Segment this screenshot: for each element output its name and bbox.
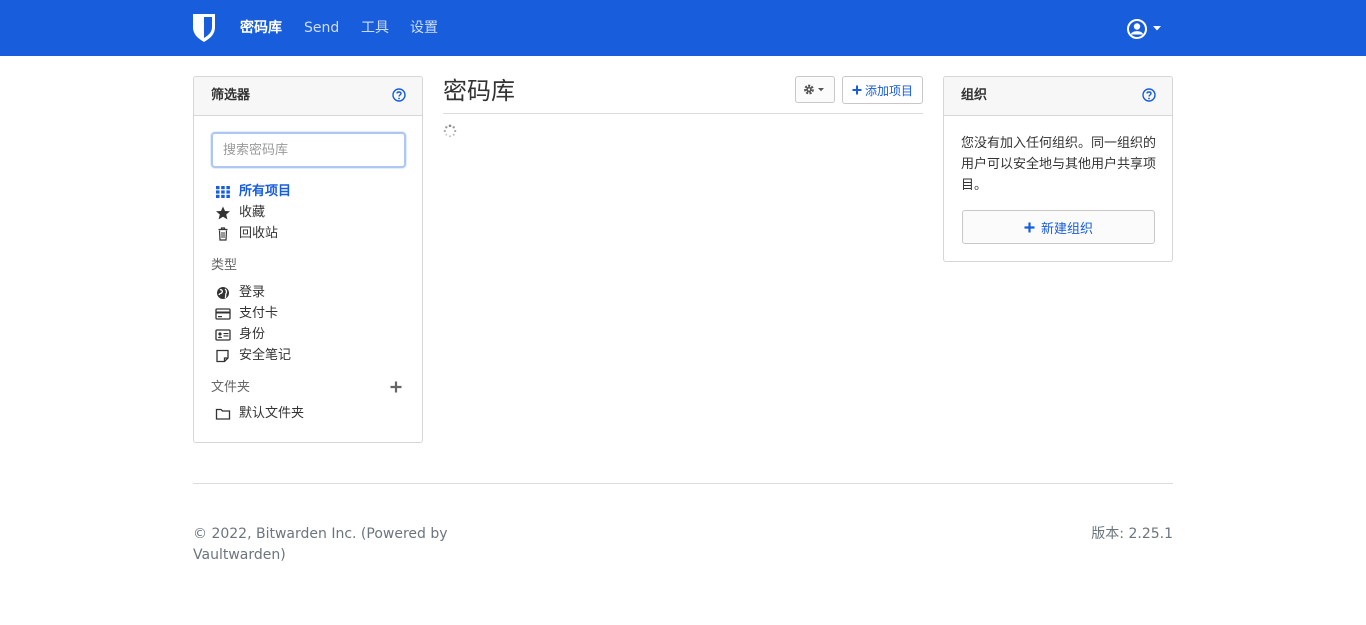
filters-header: 筛选器 [194,77,422,116]
filter-type-login[interactable]: 登录 [215,283,265,303]
filter-label: 所有项目 [239,184,292,199]
folders-heading: 文件夹 [211,380,251,395]
new-organization-label: 新建组织 [1040,221,1093,237]
search-input[interactable] [211,132,406,168]
types-heading: 类型 [211,258,238,273]
bitwarden-shield-icon[interactable] [192,13,216,43]
nav-link-tools[interactable]: 工具 [361,18,389,38]
globe-icon [217,287,229,299]
organizations-card: 组织 您没有加入任何组织。同一组织的用户可以安全地与其他用户共享项目。 新建组织 [943,76,1173,262]
filter-type-identity[interactable]: 身份 [215,325,265,345]
user-circle-icon[interactable] [1126,18,1166,40]
nav-link-settings[interactable]: 设置 [410,18,438,38]
star-icon [216,206,230,220]
footer-copyright: © 2022, Bitwarden Inc. (Powered by Vault… [193,526,448,563]
folder-icon [215,408,231,420]
question-circle-icon[interactable] [1142,88,1156,102]
nav-link-vault[interactable]: 密码库 [240,18,282,38]
navbar: 密码库 Send 工具 设置 [0,0,1366,56]
trash-icon [218,227,228,241]
sticky-note-icon [216,349,229,363]
filter-label: 支付卡 [239,306,279,321]
filter-all-items[interactable]: 所有项目 [215,182,291,202]
question-circle-icon[interactable] [392,88,406,102]
filter-label: 回收站 [239,226,279,241]
th-grid-icon [216,186,230,198]
plus-icon [1024,222,1035,232]
nav-link-send[interactable]: Send [304,18,339,38]
filter-type-card[interactable]: 支付卡 [215,304,278,324]
filter-type-note[interactable]: 安全笔记 [215,346,291,366]
organizations-title: 组织 [961,88,988,103]
filter-favorites[interactable]: 收藏 [215,203,265,223]
plus-icon [852,85,862,95]
add-item-label: 添加项目 [864,83,913,98]
folder-item-default[interactable]: 默认文件夹 [215,404,304,424]
credit-card-icon [215,308,231,320]
add-item-button[interactable]: 添加项目 [842,76,923,104]
vault-options-button[interactable] [795,76,835,103]
divider [443,113,923,114]
filters-title: 筛选器 [211,88,251,103]
plus-icon[interactable] [389,380,403,394]
filter-trash[interactable]: 回收站 [215,224,278,244]
organizations-empty-text: 您没有加入任何组织。同一组织的用户可以安全地与其他用户共享项目。 [961,136,1157,193]
new-organization-button[interactable]: 新建组织 [962,210,1155,244]
filter-label: 收藏 [239,205,266,220]
filter-label: 默认文件夹 [239,406,305,421]
cog-icon [804,84,824,95]
organizations-header: 组织 [944,77,1172,116]
footer-version: 版本: 2.25.1 [1091,526,1173,542]
footer-divider [193,483,1173,484]
page-title: 密码库 [443,77,515,105]
id-card-icon [215,329,231,341]
filter-label: 身份 [239,327,266,342]
filter-label: 登录 [239,285,266,300]
filters-card: 筛选器 所有项目 收藏 回收站 类型 [193,76,423,443]
filter-label: 安全笔记 [239,348,292,363]
spinner-icon [443,124,457,138]
